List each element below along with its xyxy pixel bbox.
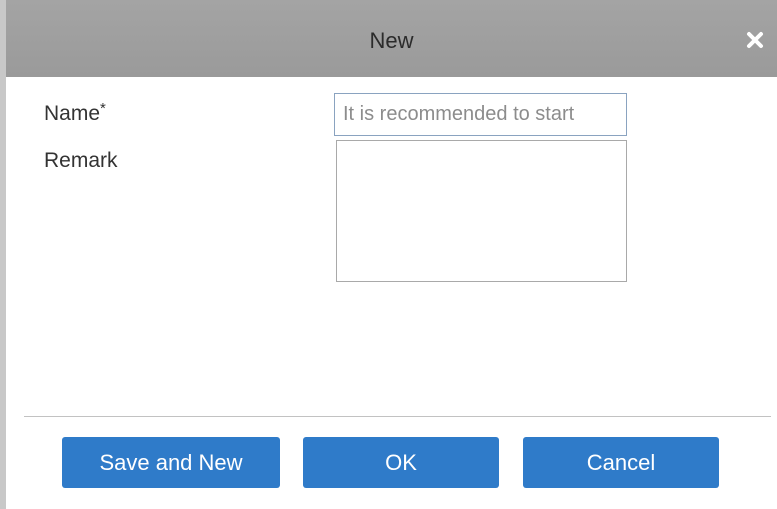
remark-label: Remark bbox=[44, 149, 118, 172]
required-mark: * bbox=[100, 100, 106, 117]
remark-textarea[interactable] bbox=[336, 140, 627, 282]
save-and-new-button[interactable]: Save and New bbox=[62, 437, 280, 488]
name-input[interactable] bbox=[334, 93, 627, 136]
name-label: Name* bbox=[44, 100, 106, 126]
name-label-text: Name bbox=[44, 102, 101, 125]
cancel-button[interactable]: Cancel bbox=[523, 437, 719, 488]
dialog-title: New bbox=[369, 28, 414, 53]
footer-divider bbox=[24, 416, 771, 417]
dialog-titlebar: New bbox=[6, 0, 777, 77]
ok-button[interactable]: OK bbox=[303, 437, 499, 488]
close-icon[interactable] bbox=[742, 27, 768, 53]
new-dialog: New Name* Remark Save and New OK Cancel bbox=[0, 0, 777, 509]
